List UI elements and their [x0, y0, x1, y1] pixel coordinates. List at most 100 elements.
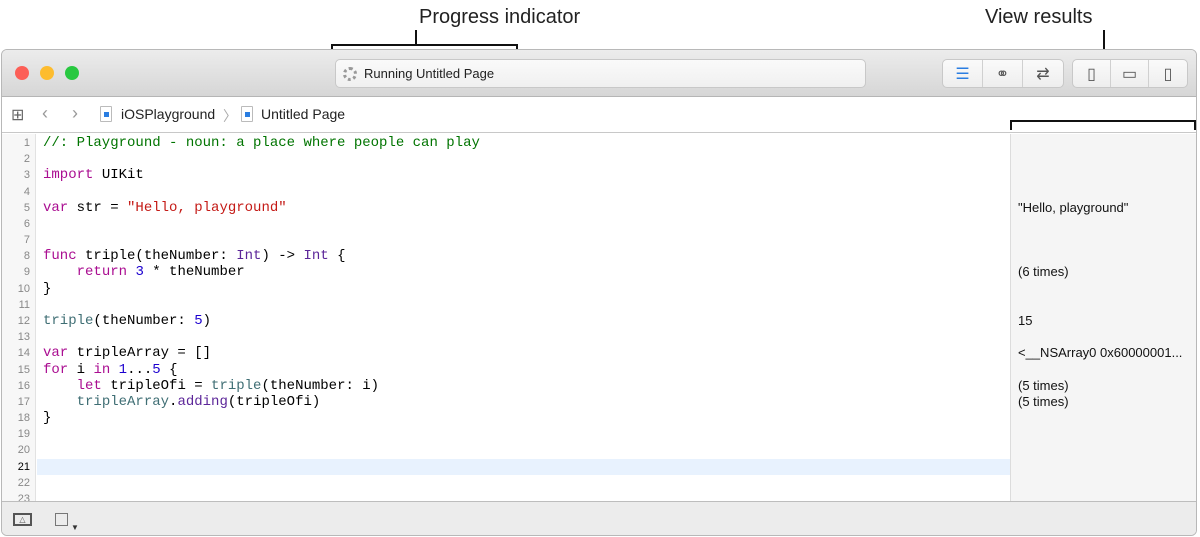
playground-file-icon: [100, 106, 112, 122]
code-token: i: [68, 361, 94, 378]
line-number: 17: [17, 395, 30, 408]
result-value[interactable]: 15: [1018, 313, 1032, 329]
results-sidebar: "Hello, playground" (6 times) 15 <__NSArray…: [1010, 134, 1196, 501]
breadcrumb-separator-icon: 〉: [223, 108, 237, 124]
result-value[interactable]: "Hello, playground": [1018, 200, 1128, 216]
code-line[interactable]: }: [43, 281, 51, 297]
code-token: 5: [152, 361, 161, 378]
line-number: 5: [23, 201, 30, 214]
forward-icon[interactable]: ›: [72, 103, 78, 124]
code-token: * theNumber: [143, 264, 245, 281]
code-token: Int: [303, 248, 329, 265]
line-number: 10: [17, 282, 30, 295]
jump-bar: ⊞ ‹ › iOSPlayground 〉 Untitled Page: [2, 98, 1196, 133]
code-line[interactable]: return 3 * theNumber: [43, 264, 245, 280]
zoom-button[interactable]: [65, 66, 79, 80]
code-line[interactable]: triple(theNumber: 5): [43, 313, 211, 329]
page-file-icon: [241, 106, 253, 122]
annotation-bracket: [1010, 120, 1012, 130]
code-token: str =: [68, 199, 128, 216]
navigator-toggle-icon[interactable]: ▯: [1073, 60, 1111, 87]
editor-mode-control: ☰ ⚭ ⇄: [942, 59, 1064, 88]
code-line[interactable]: var str = "Hello, playground": [43, 200, 287, 216]
line-number-gutter: 1 2 3 4 5 6 7 8 9 10 11 12 13 14 15 16 17 18 19 20 21 22 23: [2, 134, 36, 501]
code-line[interactable]: let tripleOfi = triple(theNumber: i): [43, 378, 379, 394]
code-token: {: [160, 361, 178, 378]
code-token: "Hello, playground": [127, 199, 287, 216]
code-token: 1: [118, 361, 128, 378]
related-items-icon[interactable]: ⊞: [11, 105, 24, 125]
code-token: tripleArray = []: [68, 345, 212, 362]
code-editor[interactable]: 1 2 3 4 5 6 7 8 9 10 11 12 13 14 15 16 17 18 19 20 21 22 23 //…: [2, 134, 1010, 501]
code-line[interactable]: //: Playground - noun: a place where peo…: [43, 135, 480, 151]
code-token: var: [43, 345, 69, 362]
utilities-toggle-icon[interactable]: ▯: [1149, 60, 1187, 87]
assistant-editor-icon[interactable]: ⚭: [983, 60, 1023, 87]
back-icon[interactable]: ‹: [42, 103, 48, 124]
breadcrumb-page[interactable]: Untitled Page: [261, 106, 345, 122]
result-value[interactable]: <__NSArray0 0x60000001...: [1018, 345, 1182, 361]
code-line[interactable]: }: [43, 410, 51, 426]
close-button[interactable]: [15, 66, 29, 80]
line-number: 7: [23, 234, 30, 247]
result-value[interactable]: (6 times): [1018, 264, 1069, 280]
code-token: UIKit: [93, 167, 144, 184]
code-line[interactable]: func triple(theNumber: Int) -> Int {: [43, 248, 346, 264]
line-number: 19: [17, 428, 30, 441]
line-number: 9: [23, 266, 30, 279]
run-button-icon[interactable]: [55, 513, 68, 526]
show-debug-area-icon[interactable]: △: [13, 513, 32, 526]
current-line-highlight: [37, 458, 1010, 475]
code-token: triple: [211, 377, 262, 394]
view-control: ▯ ▭ ▯: [1072, 59, 1188, 88]
code-token: triple: [43, 312, 94, 329]
code-token: adding: [177, 393, 228, 410]
line-number: 22: [17, 476, 30, 489]
debug-area-toggle-icon[interactable]: ▭: [1111, 60, 1149, 87]
line-number: 12: [17, 314, 30, 327]
version-editor-icon[interactable]: ⇄: [1023, 60, 1063, 87]
code-token: Int: [236, 248, 262, 265]
chevron-down-icon[interactable]: ▼: [71, 523, 79, 532]
line-number: 1: [23, 137, 30, 149]
code-line[interactable]: var tripleArray = []: [43, 345, 211, 361]
result-value[interactable]: (5 times): [1018, 394, 1069, 410]
code-token: import: [43, 167, 94, 184]
line-number: 4: [23, 185, 30, 198]
line-number: 18: [17, 412, 30, 425]
code-token: return: [76, 264, 128, 281]
line-number: 23: [17, 492, 30, 501]
code-line[interactable]: for i in 1...5 {: [43, 362, 178, 378]
line-number: 15: [17, 363, 30, 376]
line-number: 11: [18, 298, 30, 311]
code-token: triple(theNumber:: [76, 248, 237, 265]
code-line[interactable]: tripleArray.adding(tripleOfi): [43, 393, 321, 410]
line-number: 3: [23, 169, 30, 182]
code-token: in: [93, 361, 111, 378]
result-value[interactable]: (5 times): [1018, 378, 1069, 394]
line-number: 8: [23, 250, 30, 263]
code-token: 3: [135, 264, 144, 281]
standard-editor-button[interactable]: ☰: [943, 60, 983, 87]
code-token: func: [43, 248, 77, 265]
progress-spinner-icon: [343, 67, 357, 81]
code-token: }: [43, 410, 52, 427]
line-number: 16: [17, 379, 30, 392]
annotation-bracket: [331, 44, 518, 46]
code-token: ) ->: [261, 248, 304, 265]
code-token: (tripleOfi): [227, 393, 321, 410]
line-number: 21: [17, 460, 30, 473]
code-token: //: Playground - noun: a place where peo…: [43, 135, 480, 151]
code-token: (theNumber:: [93, 312, 195, 329]
minimize-button[interactable]: [40, 66, 54, 80]
bottom-bar: △ ▼: [2, 501, 1196, 535]
code-token: let: [76, 377, 102, 394]
code-token: ): [202, 312, 212, 329]
line-number: 20: [17, 444, 30, 457]
code-line[interactable]: import UIKit: [43, 167, 144, 183]
breadcrumb-project[interactable]: iOSPlayground: [121, 106, 215, 122]
